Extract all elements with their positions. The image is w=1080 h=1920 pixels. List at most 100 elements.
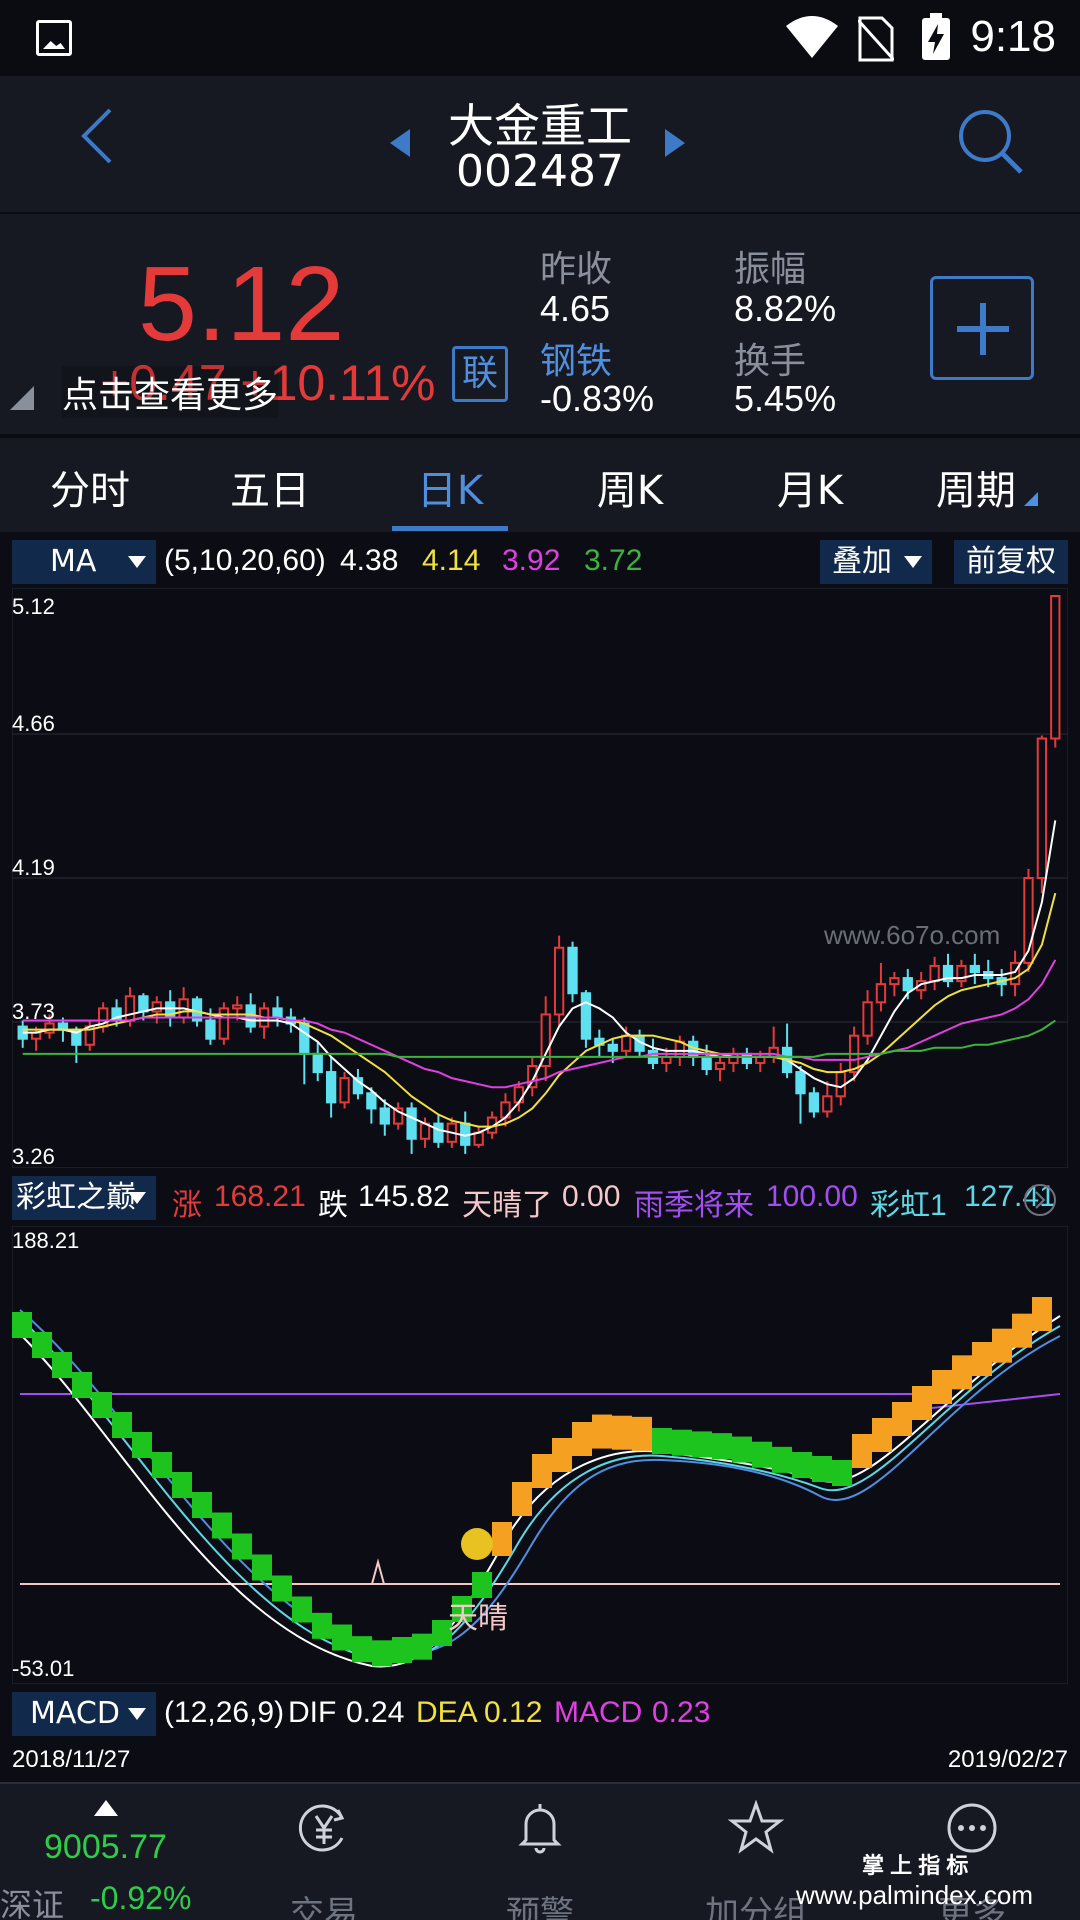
sun-signal-icon [461, 1528, 493, 1560]
rainbow-block [532, 1454, 552, 1488]
rainbow-indicator-select[interactable]: 彩虹之巅 [12, 1176, 156, 1220]
tab-weekly-k[interactable]: 周K [540, 458, 720, 516]
chevron-down-icon [128, 556, 146, 568]
candle-body [366, 1092, 377, 1110]
dea-value: 0.12 [484, 1696, 543, 1729]
sector-value: -0.83% [540, 378, 655, 419]
candle-body [473, 1131, 484, 1146]
candle-body [218, 1007, 230, 1040]
adjust-select[interactable]: 前复权 [954, 540, 1068, 584]
rainbow-block [152, 1452, 172, 1478]
candle-body [969, 964, 980, 974]
tab-daily-k[interactable]: 日K [360, 458, 540, 516]
macd-indicator-select[interactable]: MACD [12, 1692, 156, 1736]
rainbow-block [232, 1533, 252, 1560]
candlestick-chart[interactable]: www.6o7o.com 5.12 4.66 4.19 3.73 3.26 [12, 588, 1068, 1168]
add-watchlist-button[interactable] [930, 276, 1034, 380]
index-name[interactable]: 深证 [0, 1880, 64, 1920]
rainbow-block [592, 1414, 612, 1449]
candle-body [124, 995, 136, 1022]
active-tab-indicator [392, 526, 508, 531]
wifi-icon [786, 16, 838, 58]
caihong-label: 彩虹1 [870, 1189, 947, 1222]
rainbow-block [912, 1386, 932, 1420]
chevron-down-icon [128, 1192, 146, 1204]
candle-body [862, 1001, 873, 1037]
ma-params: (5,10,20,60) [164, 544, 326, 577]
candle-body [379, 1107, 390, 1125]
stock-code: 002487 [456, 146, 624, 197]
candle-body [567, 946, 578, 995]
tab-monthly-k[interactable]: 月K [720, 458, 900, 516]
candle-body [433, 1122, 444, 1143]
zhang-value: 168.21 [214, 1180, 306, 1213]
rainbow-block [412, 1633, 432, 1660]
candle-body [205, 1019, 216, 1040]
chevron-down-icon [904, 556, 922, 568]
candle-body [822, 1095, 833, 1113]
more-info-tip[interactable]: 点击查看更多 [62, 366, 279, 418]
current-price: 5.12 [138, 245, 345, 363]
macd-params: (12,26,9) [164, 1696, 285, 1729]
price-axis-3: 4.19 [12, 855, 55, 880]
star-icon [727, 1799, 785, 1854]
ma10-value: 4.14 [422, 544, 481, 577]
tab-period[interactable]: 周期 [886, 458, 1066, 516]
candle-body [312, 1052, 323, 1074]
index-change: -0.92% [90, 1880, 192, 1916]
expand-corner-icon[interactable] [10, 386, 34, 410]
candle-body [1050, 595, 1061, 740]
date-axis: 2018/11/27 2019/02/27 [0, 1742, 1080, 1782]
rainbow-block [12, 1312, 32, 1338]
candle-body [889, 977, 900, 986]
rainbow-block [272, 1575, 292, 1602]
nav-trade-label: 交易 [290, 1894, 358, 1920]
rainbow-block [332, 1624, 352, 1651]
rainbow-block [772, 1446, 792, 1473]
nav-alert[interactable]: 预警 [480, 1800, 600, 1920]
rainbow-block [852, 1434, 872, 1468]
candle-body [299, 1022, 310, 1055]
search-icon[interactable] [955, 106, 1025, 176]
brand-watermark-url: www.palmindex.com [796, 1880, 1033, 1910]
rainbow-indicator-chart[interactable]: 天晴 188.21 -53.01 [12, 1226, 1068, 1684]
tab-intraday[interactable]: 分时 [0, 458, 180, 516]
macd-label: MACD [554, 1696, 643, 1729]
rainbow-block [392, 1637, 412, 1663]
price-axis-4: 3.73 [12, 999, 55, 1024]
sector-label[interactable]: 钢铁 [540, 332, 612, 384]
rainbow-block [892, 1402, 912, 1436]
ma-select-label: MA [50, 544, 97, 579]
price-axis-2: 4.66 [12, 711, 55, 736]
yuji-value: 100.00 [766, 1180, 858, 1213]
rainbow-block [52, 1352, 72, 1378]
rainbow-block [472, 1572, 492, 1598]
next-stock-arrow-icon[interactable] [665, 129, 685, 157]
rainbow-block [252, 1554, 272, 1581]
dif-value: 0.24 [346, 1696, 405, 1729]
linked-button[interactable]: 联 [452, 346, 508, 402]
ma5-value: 4.38 [340, 544, 399, 577]
overlay-select[interactable]: 叠加 [820, 540, 932, 584]
signal-label: 天晴 [448, 1601, 508, 1636]
rainbow-block [552, 1438, 572, 1472]
chart-watermark: www.6o7o.com [823, 920, 1000, 950]
tab-five-day[interactable]: 五日 [180, 458, 360, 516]
rainbow-block [372, 1640, 392, 1667]
turnover-value: 5.45% [734, 378, 837, 419]
period-tabs: 分时 五日 日K 周K 月K 周期 [0, 436, 1080, 532]
rainbow-block [932, 1370, 952, 1404]
rainbow-block [972, 1342, 992, 1376]
ma60-value: 3.72 [584, 544, 643, 577]
ma-legend-bar: MA (5,10,20,60) 4.38 4.14 3.92 3.72 叠加 前… [0, 538, 1080, 588]
nav-alert-label: 预警 [506, 1894, 574, 1920]
macd-select-label: MACD [30, 1696, 120, 1731]
nav-trade[interactable]: 交易 [264, 1800, 384, 1920]
candle-body [325, 1071, 337, 1104]
index-value[interactable]: 9005.77 [44, 1828, 167, 1867]
candle-body [808, 1092, 820, 1113]
scroll-legend-icon[interactable] [1022, 1182, 1058, 1218]
ma-indicator-select[interactable]: MA [12, 540, 156, 584]
rainbow-block [832, 1460, 852, 1486]
battery-charging-icon [922, 13, 950, 60]
